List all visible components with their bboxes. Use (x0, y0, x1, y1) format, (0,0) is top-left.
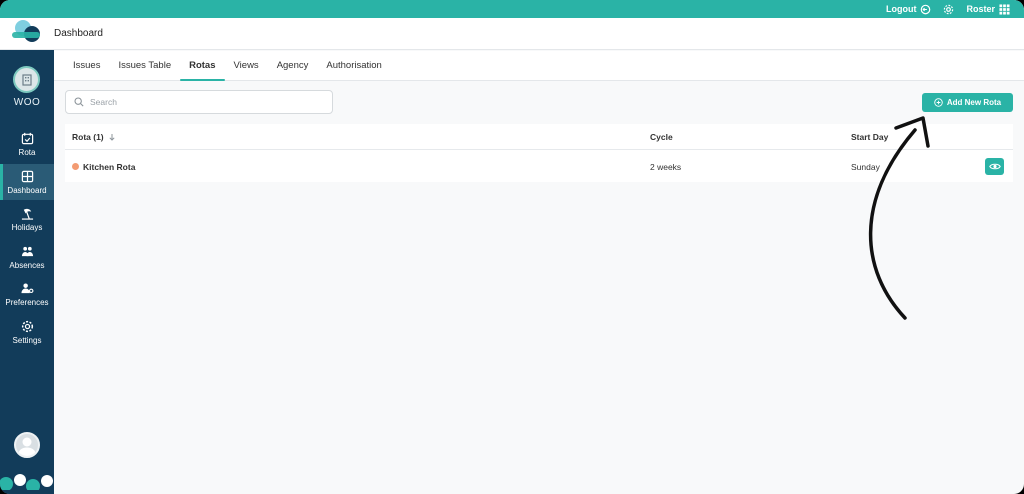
table-row[interactable]: Kitchen Rota 2 weeks Sunday (65, 151, 1013, 182)
sidebar-item-label: Rota (18, 147, 36, 157)
column-rota[interactable]: Rota (1) (72, 124, 116, 150)
logout-icon (920, 4, 931, 15)
user-avatar[interactable] (14, 432, 40, 458)
logout-label: Logout (885, 4, 917, 14)
column-label: Cycle (650, 132, 673, 142)
column-label: Rota (1) (72, 132, 104, 142)
gear-icon (21, 320, 33, 332)
sidebar-item-absences[interactable]: Absences (0, 239, 54, 275)
organisation-name: WOO (13, 97, 41, 108)
user-settings-icon (20, 282, 33, 293)
sidebar-item-holidays[interactable]: Holidays (0, 201, 54, 237)
arrow-down-icon (109, 134, 115, 141)
tab-views[interactable]: Views (225, 51, 268, 81)
top-bar: Logout Roster (0, 0, 1024, 18)
sidebar-item-label: Preferences (5, 297, 49, 307)
roster-label: Roster (966, 4, 995, 14)
tab-authorisation[interactable]: Authorisation (317, 51, 390, 81)
beach-icon (21, 208, 33, 220)
sidebar-item-dashboard[interactable]: Dashboard (0, 164, 54, 200)
eye-icon (988, 163, 1001, 170)
page-title: Dashboard (54, 28, 103, 39)
sidebar-item-label: Dashboard (7, 185, 47, 195)
search-input[interactable] (90, 97, 320, 107)
column-start-day[interactable]: Start Day (851, 124, 888, 150)
sidebar-item-label: Settings (12, 335, 42, 345)
tab-issues-table[interactable]: Issues Table (109, 51, 180, 81)
table-header: Rota (1) Cycle Start Day (65, 124, 1013, 150)
gear-icon[interactable] (943, 4, 954, 15)
app-window: Logout Roster Dashboard WOO Rota Dashboa… (0, 0, 1024, 494)
rota-name: Kitchen Rota (83, 161, 136, 172)
tab-rotas[interactable]: Rotas (180, 51, 225, 81)
sidebar-item-label: Holidays (11, 222, 43, 232)
organisation-avatar[interactable] (13, 66, 40, 93)
decorative-pattern (0, 474, 54, 494)
users-icon (21, 246, 33, 256)
cycle-cell: 2 weeks (650, 161, 682, 172)
page-header: Dashboard (0, 18, 1024, 50)
tab-bar: Issues Issues Table Rotas Views Agency A… (54, 51, 1024, 81)
rota-table: Rota (1) Cycle Start Day Kitchen Rota 2 … (65, 124, 1013, 182)
rota-name-cell: Kitchen Rota (72, 151, 135, 182)
tab-issues[interactable]: Issues (64, 51, 109, 81)
sidebar-item-settings[interactable]: Settings (0, 314, 54, 350)
column-label: Start Day (851, 132, 889, 142)
user-icon (18, 437, 36, 456)
sidebar: WOO Rota Dashboard Holidays Absences Pre… (0, 50, 54, 494)
app-logo-icon[interactable] (10, 18, 54, 50)
grid-icon (999, 3, 1010, 15)
add-new-rota-label: Add New Rota (946, 98, 1002, 107)
building-icon (21, 73, 32, 86)
column-cycle[interactable]: Cycle (650, 124, 673, 150)
add-new-rota-button[interactable]: Add New Rota (922, 93, 1013, 112)
dashboard-grid-icon (21, 170, 33, 182)
tab-agency[interactable]: Agency (268, 51, 318, 81)
plus-circle-icon (934, 98, 943, 107)
search-box (65, 90, 333, 114)
calendar-check-icon (21, 132, 33, 144)
view-rota-button[interactable] (985, 158, 1004, 175)
sidebar-item-preferences[interactable]: Preferences (0, 276, 54, 312)
sidebar-item-label: Absences (9, 260, 45, 270)
search-icon (74, 97, 84, 107)
status-dot (72, 163, 79, 170)
roster-menu[interactable]: Roster (966, 3, 1010, 15)
sidebar-item-rota[interactable]: Rota (0, 126, 54, 162)
logout-link[interactable]: Logout (886, 4, 932, 15)
start-day-cell: Sunday (851, 161, 880, 172)
